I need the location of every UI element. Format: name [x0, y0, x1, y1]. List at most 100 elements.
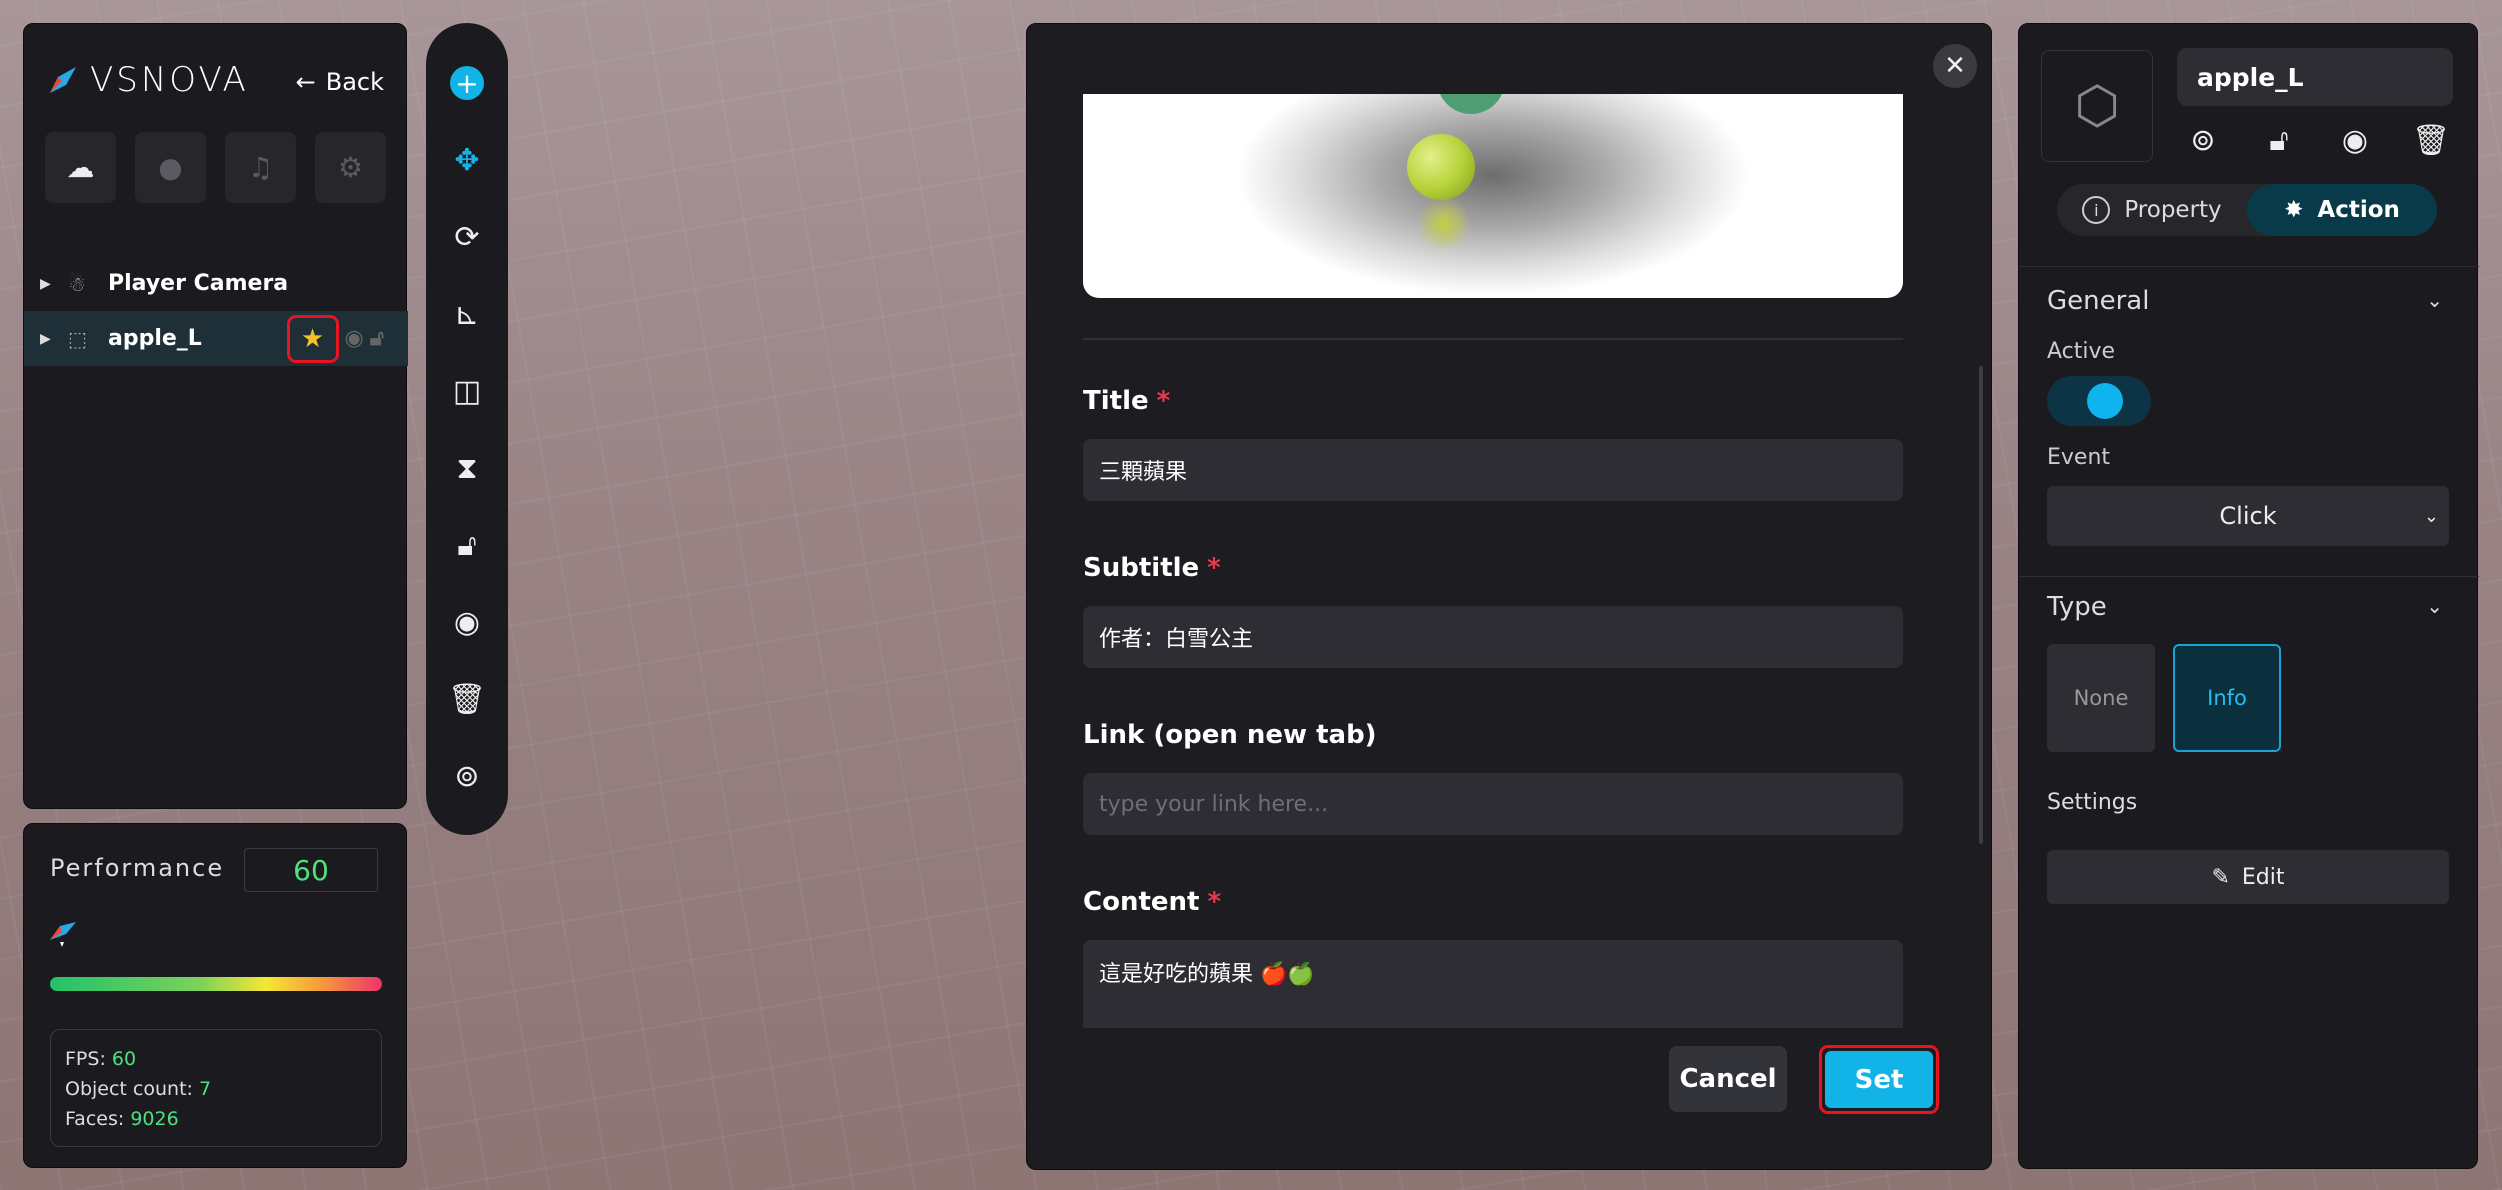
music-icon: ♫ — [247, 151, 274, 184]
unlock-button[interactable]: 🔓︎ — [426, 518, 508, 572]
content-textarea[interactable]: 這是好吃的蘋果 🍎🍏 — [1083, 940, 1903, 1028]
subtitle-label: Subtitle * — [1083, 553, 1221, 583]
type-none-button[interactable]: None — [2047, 644, 2155, 752]
dashed-box-icon: ⬚ — [68, 326, 87, 351]
delete-button[interactable]: 🗑︎ — [426, 672, 508, 726]
expand-arrow-icon[interactable]: ▶ — [40, 276, 68, 292]
lock-icon[interactable]: 🔓︎ — [370, 326, 384, 351]
unlock-icon: 🔓︎ — [457, 527, 477, 563]
edit-button[interactable]: ✎ Edit — [2047, 850, 2449, 904]
faces-stat: Faces: 9026 — [65, 1108, 179, 1130]
object-count-stat: Object count: 7 — [65, 1078, 212, 1100]
rotate-icon: ⟳ — [454, 219, 480, 255]
expand-arrow-icon[interactable]: ▶ — [40, 331, 68, 347]
info-dialog: ✕ Title * 三顆蘋果 Subtitle * 作者：白雪公主 Link (op… — [1026, 23, 1992, 1170]
divider — [2019, 266, 2479, 267]
set-button[interactable]: Set — [1825, 1051, 1933, 1108]
tree-item-player-camera[interactable]: ▶ ☃ Player Camera — [24, 256, 408, 311]
active-label: Active — [2047, 339, 2116, 364]
brand: VSNOVA — [48, 58, 249, 102]
inspector-tabs: i Property ✸ Action — [2057, 184, 2437, 236]
cube-icon: ⬡ — [2074, 76, 2120, 136]
inspector-panel: ⬡ apple_L ⊚ 🔓︎ ◉ 🗑︎ i Property ✸ Action Ge… — [2018, 23, 2479, 1169]
add-button[interactable]: + — [426, 56, 508, 110]
back-button[interactable]: ← Back — [296, 68, 384, 96]
active-toggle[interactable] — [2047, 376, 2151, 426]
performance-value: 60 — [244, 848, 378, 892]
focus-icon: ⊚ — [454, 758, 480, 794]
divider — [1083, 338, 1903, 340]
general-section-title[interactable]: General — [2047, 286, 2149, 316]
subtitle-input[interactable]: 作者：白雪公主 — [1083, 606, 1903, 668]
delete-icon[interactable]: 🗑︎ — [2412, 120, 2450, 160]
tree-item-apple-l[interactable]: ▶ ⬚ apple_L ★ ◉ 🔓︎ — [24, 311, 408, 366]
unlock-icon[interactable]: 🔓︎ — [2261, 120, 2297, 160]
person-icon: ● — [158, 151, 183, 184]
delete-icon: 🗑︎ — [447, 681, 487, 717]
info-icon: i — [2082, 196, 2111, 224]
move-button[interactable]: ✥ — [426, 133, 508, 187]
visibility-icon: ◉ — [453, 604, 481, 640]
settings-tool-button[interactable]: ⚙ — [315, 132, 386, 203]
visibility-button[interactable]: ◉ — [426, 595, 508, 649]
favorite-star-button[interactable]: ★ — [286, 314, 339, 363]
object-name-input[interactable]: apple_L — [2177, 48, 2453, 106]
reflection-shape — [1419, 194, 1469, 254]
star-icon: ★ — [300, 323, 325, 354]
weather-tool-button[interactable]: ☁ — [45, 132, 116, 203]
tab-property[interactable]: i Property — [2057, 184, 2247, 236]
link-input[interactable]: type your link here... — [1083, 773, 1903, 835]
performance-bar — [50, 977, 382, 991]
axis-icon: ⊾ — [454, 296, 480, 332]
person-icon: ☃ — [68, 271, 86, 296]
tree-item-label: apple_L — [108, 326, 202, 351]
link-label: Link (open new tab) — [1083, 720, 1377, 750]
type-info-button[interactable]: Info — [2173, 644, 2281, 752]
content-label: Content * — [1083, 887, 1222, 917]
eye-icon[interactable]: ◉ — [345, 326, 364, 351]
back-label: Back — [325, 68, 384, 96]
divider — [2019, 576, 2479, 577]
event-label: Event — [2047, 445, 2111, 470]
event-select[interactable]: Click ⌄ — [2047, 486, 2449, 546]
tab-action[interactable]: ✸ Action — [2247, 184, 2437, 236]
title-input[interactable]: 三顆蘋果 — [1083, 439, 1903, 501]
settings-label: Settings — [2047, 790, 2138, 815]
music-tool-button[interactable]: ♫ — [225, 132, 296, 203]
chevron-down-icon[interactable]: ⌄ — [2426, 288, 2443, 312]
add-icon: + — [450, 66, 484, 100]
stats-box: FPS: 60 Object count: 7 Faces: 9026 — [50, 1029, 382, 1147]
set-button-highlight: Set — [1819, 1045, 1939, 1114]
tree-item-label: Player Camera — [108, 271, 289, 296]
rotate-button[interactable]: ⟳ — [426, 210, 508, 264]
scale-button[interactable]: ⧗ — [426, 441, 508, 495]
arrow-left-icon: ← — [295, 68, 316, 96]
scale-icon: ⧗ — [456, 450, 478, 486]
transform-toolbar: + ✥ ⟳ ⊾ ◫ ⧗ 🔓︎ ◉ 🗑︎ ⊚ — [426, 23, 508, 835]
avatar-tool-button[interactable]: ● — [135, 132, 206, 203]
axis-button[interactable]: ⊾ — [426, 287, 508, 341]
action-icon: ✸ — [2284, 197, 2304, 223]
object-thumbnail: ⬡ — [2041, 50, 2153, 162]
performance-title: Performance — [50, 854, 225, 882]
apple-shape — [1407, 134, 1475, 200]
focus-button[interactable]: ⊚ — [426, 749, 508, 803]
brand-name: VSNOVA — [90, 60, 249, 100]
settings-icon: ⚙ — [337, 151, 364, 184]
visibility-icon[interactable]: ◉ — [2337, 120, 2373, 160]
focus-icon[interactable]: ⊚ — [2185, 120, 2221, 160]
rocket-logo-icon — [50, 67, 76, 93]
chevron-down-icon[interactable]: ⌄ — [2426, 594, 2443, 618]
close-button[interactable]: ✕ — [1933, 44, 1977, 88]
pencil-icon: ✎ — [2211, 864, 2230, 890]
title-label: Title * — [1083, 386, 1171, 416]
chevron-down-icon: ⌄ — [2423, 505, 2439, 527]
fps-stat: FPS: 60 — [65, 1048, 137, 1070]
mirror-icon: ◫ — [452, 373, 482, 409]
close-icon: ✕ — [1944, 51, 1966, 81]
cancel-button[interactable]: Cancel — [1669, 1046, 1787, 1112]
preview-image — [1083, 94, 1903, 298]
scrollbar[interactable] — [1979, 366, 1983, 844]
mirror-button[interactable]: ◫ — [426, 364, 508, 418]
type-section-title[interactable]: Type — [2047, 592, 2107, 622]
